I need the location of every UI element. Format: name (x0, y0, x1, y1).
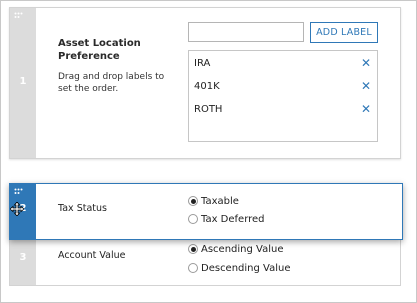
card-order-number: 1 (19, 76, 27, 87)
label-list: IRA ✕ 401K ✕ ROTH ✕ (188, 50, 378, 142)
preference-card-account-value[interactable]: 3 Account Value Ascending Value Descendi… (9, 233, 401, 286)
close-icon[interactable]: ✕ (361, 53, 371, 74)
close-icon[interactable]: ✕ (361, 76, 371, 97)
radio-button[interactable] (188, 196, 198, 206)
move-cursor-icon (10, 202, 24, 216)
preferences-panel: 1 Asset Location Preference Drag and dro… (0, 0, 417, 303)
radio-button[interactable] (188, 214, 198, 224)
label-input[interactable] (188, 22, 304, 42)
drag-strip[interactable]: 3 (10, 233, 36, 285)
radio-label: Taxable (201, 196, 239, 207)
grip-dots-icon[interactable] (14, 188, 23, 195)
radio-button[interactable] (188, 244, 198, 254)
card-description: Drag and drop labels to set the order. (58, 72, 165, 94)
label-item[interactable]: ROTH ✕ (189, 99, 377, 120)
card-title: Account Value (58, 250, 126, 261)
radio-button[interactable] (188, 263, 198, 273)
card-title: Asset Location Preference (58, 38, 141, 62)
card-title: Tax Status (58, 203, 107, 214)
preference-card-tax-status[interactable]: 2 Tax Status Taxable Tax Deferred (9, 183, 403, 240)
radio-label: Descending Value (201, 263, 291, 274)
preference-card-asset-location[interactable]: 1 Asset Location Preference Drag and dro… (9, 7, 401, 159)
radio-label: Ascending Value (201, 244, 284, 255)
label-text: ROTH (194, 104, 223, 115)
grip-dots-icon[interactable] (14, 12, 23, 19)
label-item[interactable]: IRA ✕ (189, 53, 377, 74)
card-order-number: 3 (19, 252, 27, 263)
radio-label: Tax Deferred (201, 214, 265, 225)
label-item[interactable]: 401K ✕ (189, 76, 377, 97)
add-label-button[interactable]: ADD LABEL (310, 22, 378, 43)
close-icon[interactable]: ✕ (361, 99, 371, 120)
label-text: 401K (194, 81, 220, 92)
drag-strip[interactable]: 1 (10, 8, 36, 158)
label-text: IRA (194, 58, 211, 69)
